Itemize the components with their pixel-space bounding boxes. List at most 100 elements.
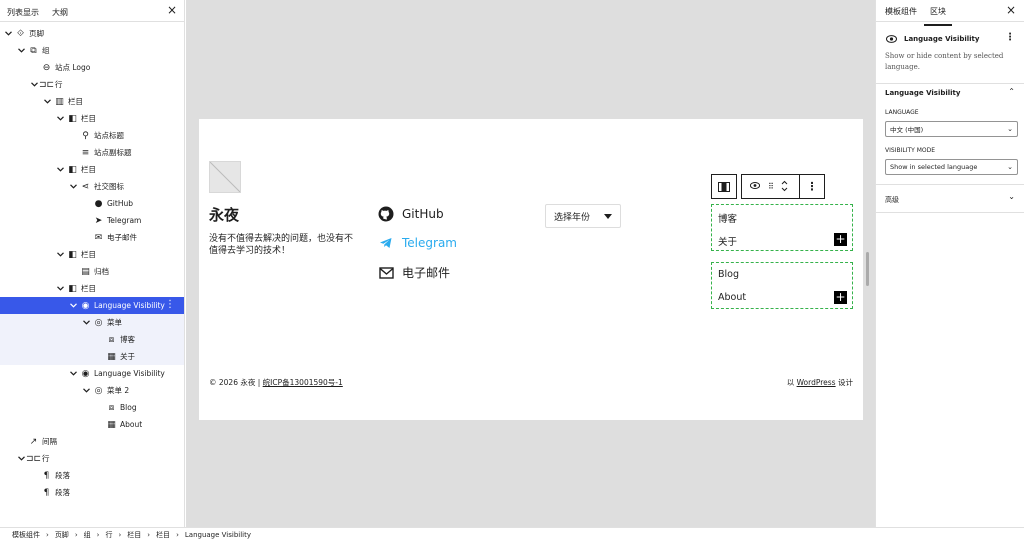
chevron-down-icon[interactable]: ⌄ (1008, 192, 1015, 201)
list-view-label: 行 (42, 454, 50, 463)
block-switcher[interactable]: ⠿ (741, 174, 799, 199)
visibility-mode-select[interactable]: Show in selected language ⌄ (885, 159, 1018, 175)
social-link-email[interactable]: 电子邮件 (378, 264, 450, 281)
list-view-row[interactable]: ▥ 栏目 (0, 93, 184, 110)
chevron-down-icon[interactable] (30, 81, 38, 89)
language-visibility-en[interactable]: Blog About + (711, 262, 853, 309)
chevron-down-icon[interactable] (17, 455, 25, 463)
drag-handle-icon[interactable]: ⠿ (768, 182, 774, 191)
breadcrumb-item[interactable]: 行 (105, 530, 112, 540)
chevron-down-icon[interactable] (43, 98, 51, 106)
list-view-row[interactable]: ◎ 菜单 (0, 314, 184, 331)
list-view-row[interactable]: ↗ 间隔 (0, 433, 184, 450)
list-view-row[interactable]: ◧ 栏目 (0, 246, 184, 263)
list-view-row[interactable]: ⊐⊏ 行 (0, 450, 184, 467)
site-title[interactable]: 永夜 (209, 204, 239, 225)
list-view-row[interactable]: ✉ 电子邮件 (0, 229, 184, 246)
menu-item-blog-en[interactable]: Blog (718, 269, 739, 280)
footer-template-part[interactable]: 永夜 没有不值得去解决的问题，也没有不值得去学习的技术！ GitHub Tele… (199, 119, 863, 420)
add-block-button[interactable]: + (834, 291, 847, 304)
list-view-row[interactable]: ⧈ Blog (0, 399, 184, 416)
more-vertical-icon[interactable]: ⋮ (1005, 32, 1015, 43)
language-label: LANGUAGE (885, 109, 919, 116)
social-link-github[interactable]: GitHub (378, 206, 444, 222)
group-icon: ⧉ (30, 45, 37, 56)
list-view-label: Telegram (107, 216, 142, 225)
advanced-title[interactable]: 高级 (885, 195, 899, 205)
breadcrumb-item[interactable]: Language Visibility (185, 531, 251, 539)
close-icon[interactable]: × (167, 4, 177, 16)
list-view-row[interactable]: ▦ 关于 (0, 348, 184, 365)
menu-item-about-zh[interactable]: 关于 (718, 234, 737, 248)
tab-list-view[interactable]: 列表显示 (7, 7, 39, 18)
list-view-row[interactable]: ◧ 栏目 (0, 161, 184, 178)
tab-template-part[interactable]: 模板组件 (885, 6, 917, 17)
chevron-down-icon[interactable] (82, 387, 90, 395)
icp-link[interactable]: 皖ICP备13001590号-1 (263, 378, 343, 387)
site-tagline[interactable]: 没有不值得去解决的问题，也没有不值得去学习的技术！ (209, 233, 354, 257)
list-view-row[interactable]: ➤ Telegram (0, 212, 184, 229)
social-link-telegram[interactable]: Telegram (378, 235, 457, 251)
breadcrumb-item[interactable]: 栏目 (156, 530, 170, 540)
language-select[interactable]: 中文 (中国) ⌄ (885, 121, 1018, 137)
footer-credit[interactable]: 以 WordPress 设计 (787, 377, 853, 388)
list-view-row[interactable]: ⧉ 组 (0, 42, 184, 59)
list-view-row[interactable]: ◎ 菜单 2 (0, 382, 184, 399)
tab-block[interactable]: 区块 (924, 6, 952, 26)
breadcrumb-item[interactable]: 页脚 (55, 530, 69, 540)
list-view-row[interactable]: ⟐ 页脚 (0, 25, 184, 42)
site-logo-placeholder[interactable] (209, 161, 241, 193)
list-view-row[interactable]: ⊖ 站点 Logo (0, 59, 184, 76)
footer-copyright[interactable]: © 2026 永夜 | 皖ICP备13001590号-1 (209, 377, 343, 388)
chevron-down-icon[interactable] (56, 285, 64, 293)
list-view-row[interactable]: ⋖ 社交图标 (0, 178, 184, 195)
chevron-down-icon[interactable] (56, 115, 64, 123)
menu-item-about-en[interactable]: About (718, 292, 746, 303)
social-label: 电子邮件 (402, 266, 451, 280)
breadcrumb-item[interactable]: 组 (84, 530, 91, 540)
custom-link-icon: ⧈ (108, 334, 115, 345)
move-up-down-icon[interactable] (781, 179, 788, 195)
resize-handle[interactable] (866, 252, 869, 286)
parent-block-button[interactable] (711, 174, 737, 199)
chevron-right-icon: › (96, 530, 100, 539)
paragraph-icon: ¶ (43, 487, 50, 498)
wordpress-link[interactable]: WordPress (797, 378, 836, 387)
list-view-row[interactable]: ≡ 站点副标题 (0, 144, 184, 161)
tab-outline[interactable]: 大纲 (52, 7, 68, 18)
list-view-row[interactable]: ¶ 段落 (0, 484, 184, 501)
list-view-row[interactable]: ● GitHub (0, 195, 184, 212)
chevron-down-icon[interactable] (69, 370, 77, 378)
panel-title[interactable]: Language Visibility (885, 89, 960, 97)
list-view-row[interactable]: ◉ Language Visibility (0, 365, 184, 382)
archive-year-select[interactable]: 选择年份 (545, 204, 621, 228)
breadcrumb-item[interactable]: 栏目 (127, 530, 141, 540)
more-vertical-icon[interactable]: ⋮ (165, 299, 175, 310)
list-view-row[interactable]: ▤ 归档 (0, 263, 184, 280)
list-view-row[interactable]: ◧ 栏目 (0, 110, 184, 127)
chevron-down-icon[interactable] (69, 183, 77, 191)
chevron-down-icon[interactable] (56, 166, 64, 174)
add-block-button[interactable]: + (834, 233, 847, 246)
chevron-down-icon[interactable] (56, 251, 64, 259)
chevron-down-icon[interactable] (82, 319, 90, 327)
list-view-row[interactable]: ⧈ 博客 (0, 331, 184, 348)
list-view-row[interactable]: ◉ Language Visibility ⋮ (0, 297, 184, 314)
menu-item-blog-zh[interactable]: 博客 (718, 211, 737, 225)
list-view-row[interactable]: ▦ About (0, 416, 184, 433)
chevron-down-icon[interactable] (69, 302, 77, 310)
chevron-down-icon[interactable] (17, 47, 25, 55)
chevron-down-icon[interactable] (4, 30, 12, 38)
chevron-right-icon: › (46, 530, 49, 539)
block-options-button[interactable]: ⋮ (799, 174, 825, 199)
breadcrumb-item[interactable]: 模板组件 (12, 530, 40, 540)
list-view-row[interactable]: ⚲ 站点标题 (0, 127, 184, 144)
close-icon[interactable]: × (1006, 4, 1016, 16)
list-view-label: Language Visibility (94, 369, 165, 378)
language-visibility-zh[interactable]: 博客 关于 + (711, 204, 853, 251)
list-view-row[interactable]: ¶ 段落 (0, 467, 184, 484)
chevron-up-icon[interactable]: ⌃ (1008, 87, 1015, 96)
list-view-row[interactable]: ◧ 栏目 (0, 280, 184, 297)
list-view-row[interactable]: ⊐⊏ 行 (0, 76, 184, 93)
advanced-panel[interactable]: 高级 ⌄ (876, 185, 1024, 213)
